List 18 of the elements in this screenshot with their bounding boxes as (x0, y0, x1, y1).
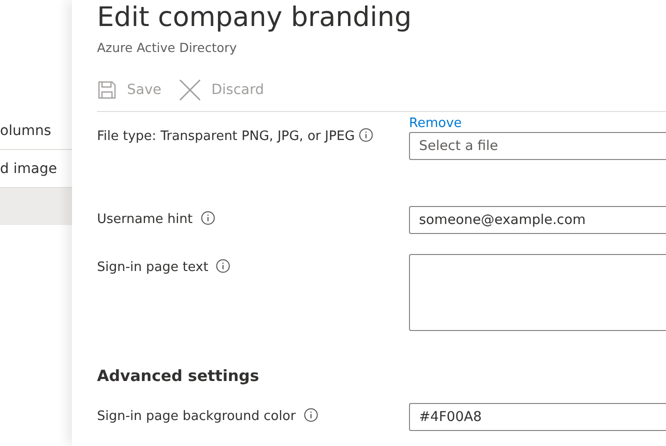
field-label: Sign-in page text (97, 260, 208, 275)
info-icon[interactable] (304, 408, 318, 422)
file-field[interactable]: Select a file (409, 132, 666, 160)
info-icon[interactable] (200, 211, 215, 225)
info-icon[interactable] (216, 259, 230, 273)
text-field[interactable]: #4F00A8 (409, 403, 666, 431)
field-label: Sign-in page background color (97, 409, 296, 424)
field-label: Username hint (97, 212, 193, 227)
save-icon (97, 80, 117, 100)
section-heading: Advanced settings (97, 367, 260, 385)
remove-link[interactable]: Remove (409, 116, 666, 132)
info-icon[interactable] (358, 128, 373, 142)
field-label: File type: Transparent PNG, JPG, or JPEG (97, 129, 355, 144)
blade-subtitle: Azure Active Directory (97, 40, 238, 55)
close-icon (179, 79, 202, 101)
text-area[interactable] (409, 254, 666, 331)
text-field[interactable]: someone@example.com (409, 206, 666, 234)
blade-title: Edit company branding (97, 2, 413, 35)
